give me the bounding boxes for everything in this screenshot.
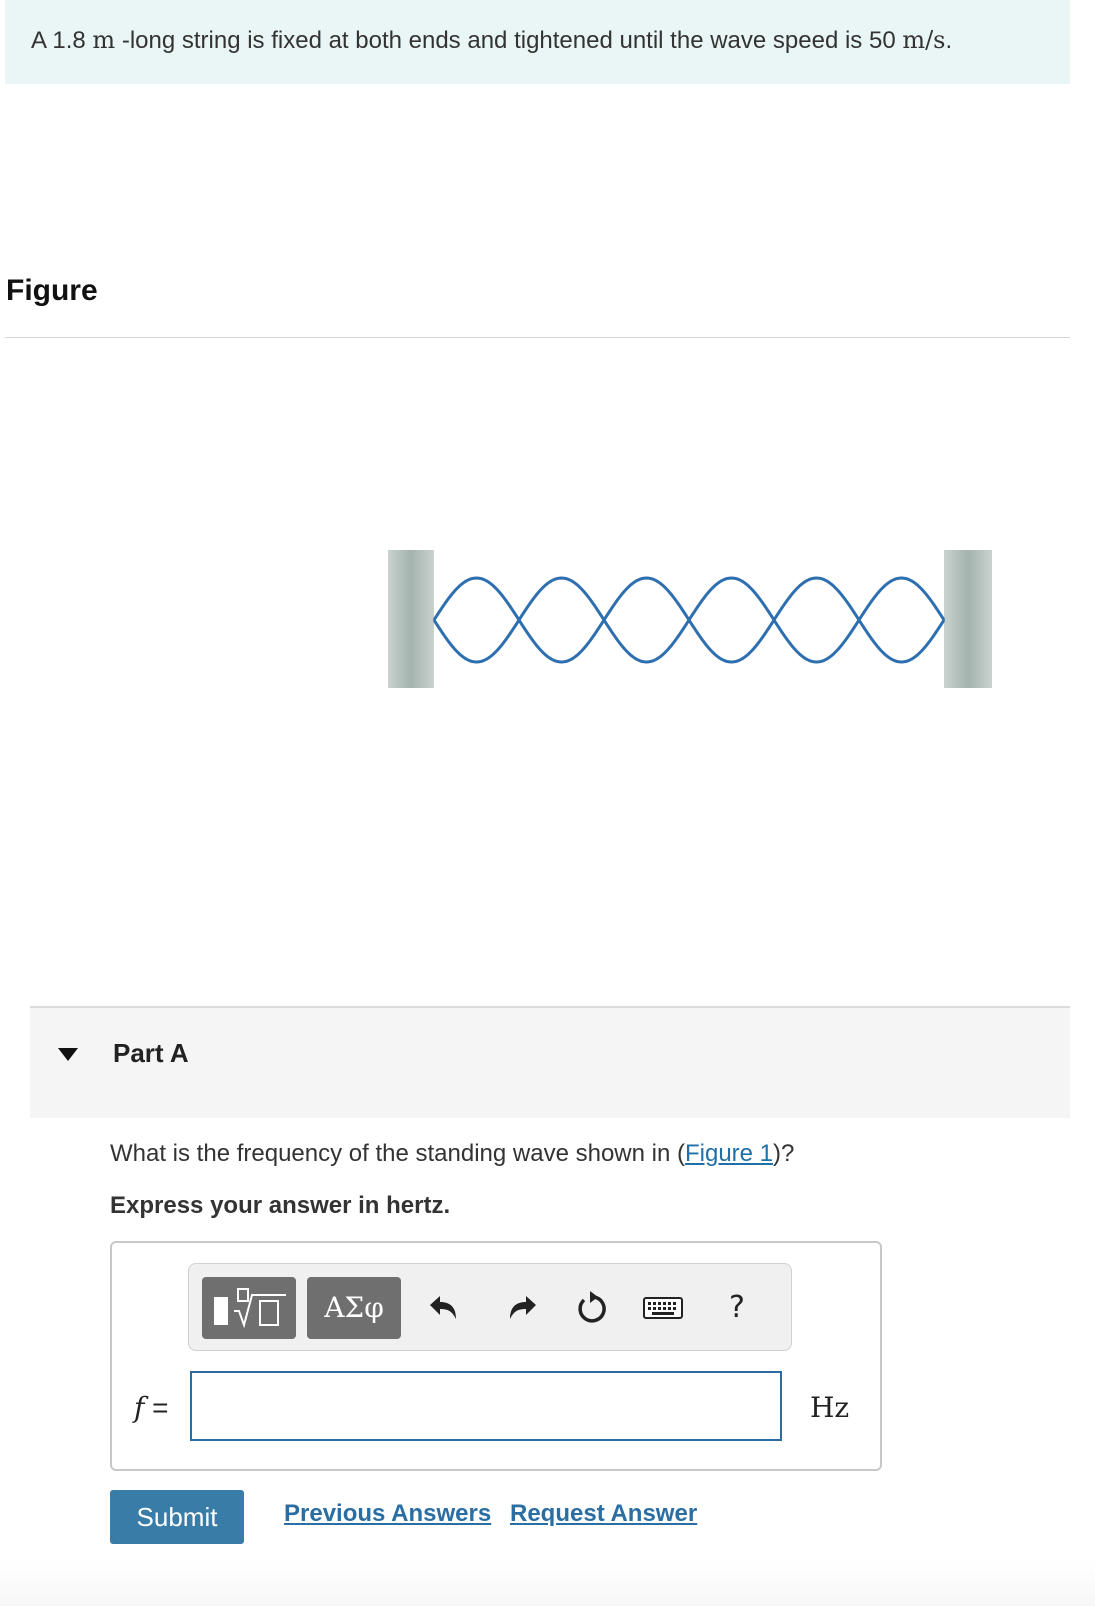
part-a-header[interactable]: Part A — [30, 1008, 1070, 1118]
answer-instruction: Express your answer in hertz. — [110, 1192, 451, 1219]
request-answer-link[interactable]: Request Answer — [510, 1500, 697, 1528]
answer-input[interactable] — [190, 1371, 782, 1441]
problem-text-middle: -long string is fixed at both ends and t… — [115, 27, 903, 54]
standing-wave-figure — [388, 550, 992, 688]
variable-symbol: f — [134, 1391, 145, 1424]
wave-envelope-lower — [432, 617, 946, 664]
submit-button[interactable]: Submit — [110, 1490, 244, 1544]
question-text: What is the frequency of the standing wa… — [110, 1140, 794, 1168]
length-unit: m — [92, 26, 116, 54]
problem-statement: A 1.8 m -long string is fixed at both en… — [31, 26, 952, 55]
part-title: Part A — [113, 1038, 189, 1068]
right-wall — [944, 550, 992, 688]
redo-button[interactable] — [501, 1286, 545, 1330]
variable-label: f = — [134, 1391, 169, 1424]
problem-text-end: . — [945, 27, 953, 54]
redo-icon — [510, 1296, 536, 1319]
question-text-end: )? — [773, 1140, 795, 1167]
figure-link[interactable]: Figure 1 — [685, 1140, 773, 1167]
unit-label: Hz — [810, 1391, 850, 1424]
left-wall — [388, 550, 434, 688]
keyboard-icon — [643, 1297, 683, 1319]
undo-icon — [430, 1296, 456, 1319]
problem-statement-banner: A 1.8 m -long string is fixed at both en… — [5, 0, 1070, 84]
templates-sqrt-icon — [214, 1288, 286, 1329]
undo-button[interactable] — [421, 1286, 465, 1330]
equals-sign: = — [152, 1392, 169, 1423]
greek-symbols-button[interactable]: ΑΣφ — [307, 1277, 401, 1339]
reset-button[interactable] — [569, 1286, 613, 1330]
page-footer-fade — [0, 1560, 1095, 1606]
templates-button[interactable] — [202, 1277, 296, 1339]
previous-answers-link[interactable]: Previous Answers — [284, 1500, 491, 1528]
reset-icon — [578, 1291, 606, 1323]
figure-heading: Figure — [6, 274, 98, 307]
collapse-triangle-icon[interactable] — [58, 1048, 78, 1061]
keyboard-button[interactable] — [641, 1286, 685, 1330]
math-toolbar: ΑΣφ ? — [188, 1263, 792, 1351]
problem-text-start: A 1.8 — [31, 27, 93, 54]
speed-unit: m/s — [902, 26, 946, 54]
figure-divider — [5, 337, 1070, 338]
answer-panel: ΑΣφ ? f = Hz — [110, 1241, 882, 1471]
wave-envelope-upper — [432, 576, 946, 623]
question-text-start: What is the frequency of the standing wa… — [110, 1140, 685, 1167]
help-button[interactable]: ? — [719, 1286, 755, 1330]
